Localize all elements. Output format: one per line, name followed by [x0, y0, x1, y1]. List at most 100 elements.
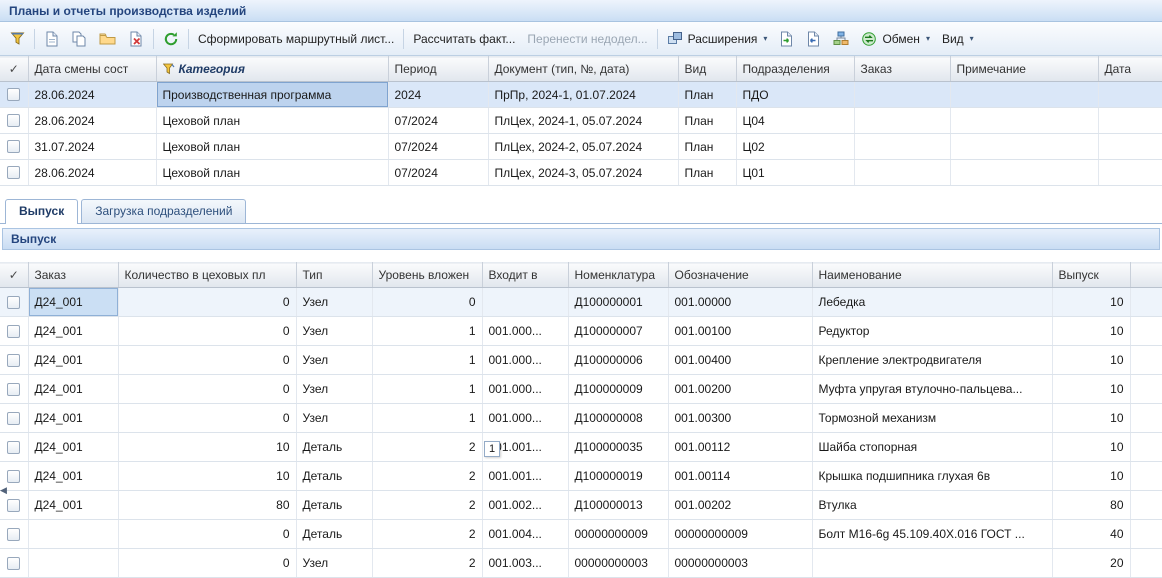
cell[interactable]: Цеховой план [156, 134, 388, 160]
tab-vypusk[interactable]: Выпуск [5, 199, 78, 224]
cell[interactable]: Д100000001 [568, 288, 668, 317]
row-checkbox[interactable] [7, 325, 20, 338]
cell[interactable]: ПДО [736, 82, 854, 108]
cell[interactable]: ПлЦех, 2024-1, 05.07.2024 [488, 108, 678, 134]
column-header[interactable]: Категория [156, 57, 388, 82]
row-checkbox[interactable] [7, 528, 20, 541]
cell[interactable]: ПлЦех, 2024-3, 05.07.2024 [488, 160, 678, 186]
cell[interactable]: Д24_001 [28, 433, 118, 462]
cell[interactable]: 07/2024 [388, 134, 488, 160]
cell[interactable]: Узел [296, 404, 372, 433]
cell[interactable] [28, 549, 118, 578]
cell[interactable]: 0 [118, 520, 296, 549]
row-checkbox[interactable] [7, 470, 20, 483]
cell[interactable]: 001.002... [482, 491, 568, 520]
cell[interactable]: Д100000008 [568, 404, 668, 433]
table-row[interactable]: Д24_00110Деталь2001.001...Д100000035001.… [0, 433, 1162, 462]
row-checkbox[interactable] [7, 88, 20, 101]
cell[interactable]: Производственная программа [156, 82, 388, 108]
cell[interactable]: Д100000019 [568, 462, 668, 491]
cell[interactable]: 2 [372, 549, 482, 578]
cell[interactable]: 1 [372, 375, 482, 404]
cell[interactable]: 10 [1052, 317, 1130, 346]
cell[interactable]: 001.00112 [668, 433, 812, 462]
column-header[interactable]: Уровень вложен [372, 263, 482, 288]
cell[interactable]: 0 [118, 346, 296, 375]
cell[interactable]: Болт М16-6g 45.109.40Х.016 ГОСТ ... [812, 520, 1052, 549]
cell[interactable] [854, 82, 950, 108]
row-checkbox[interactable] [7, 383, 20, 396]
column-header[interactable]: Дата [1098, 57, 1162, 82]
view-button[interactable]: Вид ▾ [936, 26, 980, 52]
column-header[interactable]: Подразделения [736, 57, 854, 82]
cell[interactable]: Д24_001 [28, 491, 118, 520]
cell[interactable]: Д24_001 [28, 404, 118, 433]
cell[interactable]: 00000000003 [568, 549, 668, 578]
add-button[interactable] [38, 26, 65, 52]
table-row[interactable]: Д24_0010Узел1001.000...Д100000006001.004… [0, 346, 1162, 375]
copy-button[interactable] [65, 26, 93, 52]
cell[interactable]: 10 [1052, 433, 1130, 462]
cell[interactable]: Лебедка [812, 288, 1052, 317]
column-header[interactable]: Наименование [812, 263, 1052, 288]
cell[interactable]: Деталь [296, 491, 372, 520]
tab-zagruzka-podrazdelenij[interactable]: Загрузка подразделений [81, 199, 246, 223]
cell[interactable]: 80 [1052, 491, 1130, 520]
table-row[interactable]: 31.07.2024Цеховой план07/2024ПлЦех, 2024… [0, 134, 1162, 160]
cell[interactable] [482, 288, 568, 317]
table-row[interactable]: Д24_0010Узел1001.000...Д100000008001.003… [0, 404, 1162, 433]
table-row[interactable]: Д24_0010Узел1001.000...Д100000009001.002… [0, 375, 1162, 404]
row-checkbox[interactable] [7, 412, 20, 425]
cell[interactable]: Деталь [296, 433, 372, 462]
cell[interactable]: 10 [118, 462, 296, 491]
cell[interactable]: Д100000006 [568, 346, 668, 375]
cell[interactable]: 1 [372, 346, 482, 375]
cell[interactable]: Узел [296, 375, 372, 404]
cell[interactable]: 001.000... [482, 375, 568, 404]
cell[interactable]: Д100000009 [568, 375, 668, 404]
cell[interactable]: 2 [372, 491, 482, 520]
cell[interactable] [950, 134, 1098, 160]
cell[interactable]: 2 [372, 520, 482, 549]
cell[interactable]: ПрПр, 2024-1, 01.07.2024 [488, 82, 678, 108]
table-row[interactable]: Д24_0010Узел0Д100000001001.00000Лебедка1… [0, 288, 1162, 317]
filter-button[interactable] [4, 26, 31, 52]
cell[interactable]: План [678, 82, 736, 108]
cell[interactable]: 001.003... [482, 549, 568, 578]
cell[interactable]: 80 [118, 491, 296, 520]
table-row[interactable]: Д24_00180Деталь2001.002...Д100000013001.… [0, 491, 1162, 520]
table-row[interactable]: Д24_00110Деталь2001.001...Д100000019001.… [0, 462, 1162, 491]
structure-button[interactable] [827, 26, 855, 52]
splitter-collapse-arrow[interactable]: ◀ [0, 483, 7, 497]
column-header[interactable]: Документ (тип, №, дата) [488, 57, 678, 82]
cell[interactable]: 07/2024 [388, 160, 488, 186]
cell[interactable]: 2 [372, 462, 482, 491]
table-row[interactable]: 28.06.2024Цеховой план07/2024ПлЦех, 2024… [0, 160, 1162, 186]
cell[interactable]: Д24_001 [28, 317, 118, 346]
cell[interactable] [950, 160, 1098, 186]
cell[interactable]: 001.00200 [668, 375, 812, 404]
cell[interactable]: 10 [1052, 462, 1130, 491]
row-checkbox[interactable] [7, 296, 20, 309]
row-checkbox[interactable] [7, 441, 20, 454]
calc-fact-button[interactable]: Рассчитать факт... [407, 26, 521, 52]
cell[interactable]: 001.00000 [668, 288, 812, 317]
cell[interactable]: 28.06.2024 [28, 108, 156, 134]
cell[interactable]: 10 [1052, 288, 1130, 317]
column-header[interactable]: Вид [678, 57, 736, 82]
table-row[interactable]: Д24_0010Узел1001.000...Д100000007001.001… [0, 317, 1162, 346]
row-checkbox[interactable] [7, 114, 20, 127]
cell[interactable]: Ц04 [736, 108, 854, 134]
cell[interactable]: 2 [372, 433, 482, 462]
cell[interactable]: 0 [118, 317, 296, 346]
cell[interactable]: 20 [1052, 549, 1130, 578]
row-checkbox[interactable] [7, 140, 20, 153]
cell[interactable]: Д100000007 [568, 317, 668, 346]
cell[interactable]: Д24_001 [28, 375, 118, 404]
select-all-header[interactable]: ✓ [0, 57, 28, 82]
cell[interactable] [854, 108, 950, 134]
cell[interactable]: Д24_001 [28, 288, 118, 317]
row-checkbox[interactable] [7, 166, 20, 179]
cell[interactable]: 001.00400 [668, 346, 812, 375]
cell[interactable]: 10 [1052, 346, 1130, 375]
